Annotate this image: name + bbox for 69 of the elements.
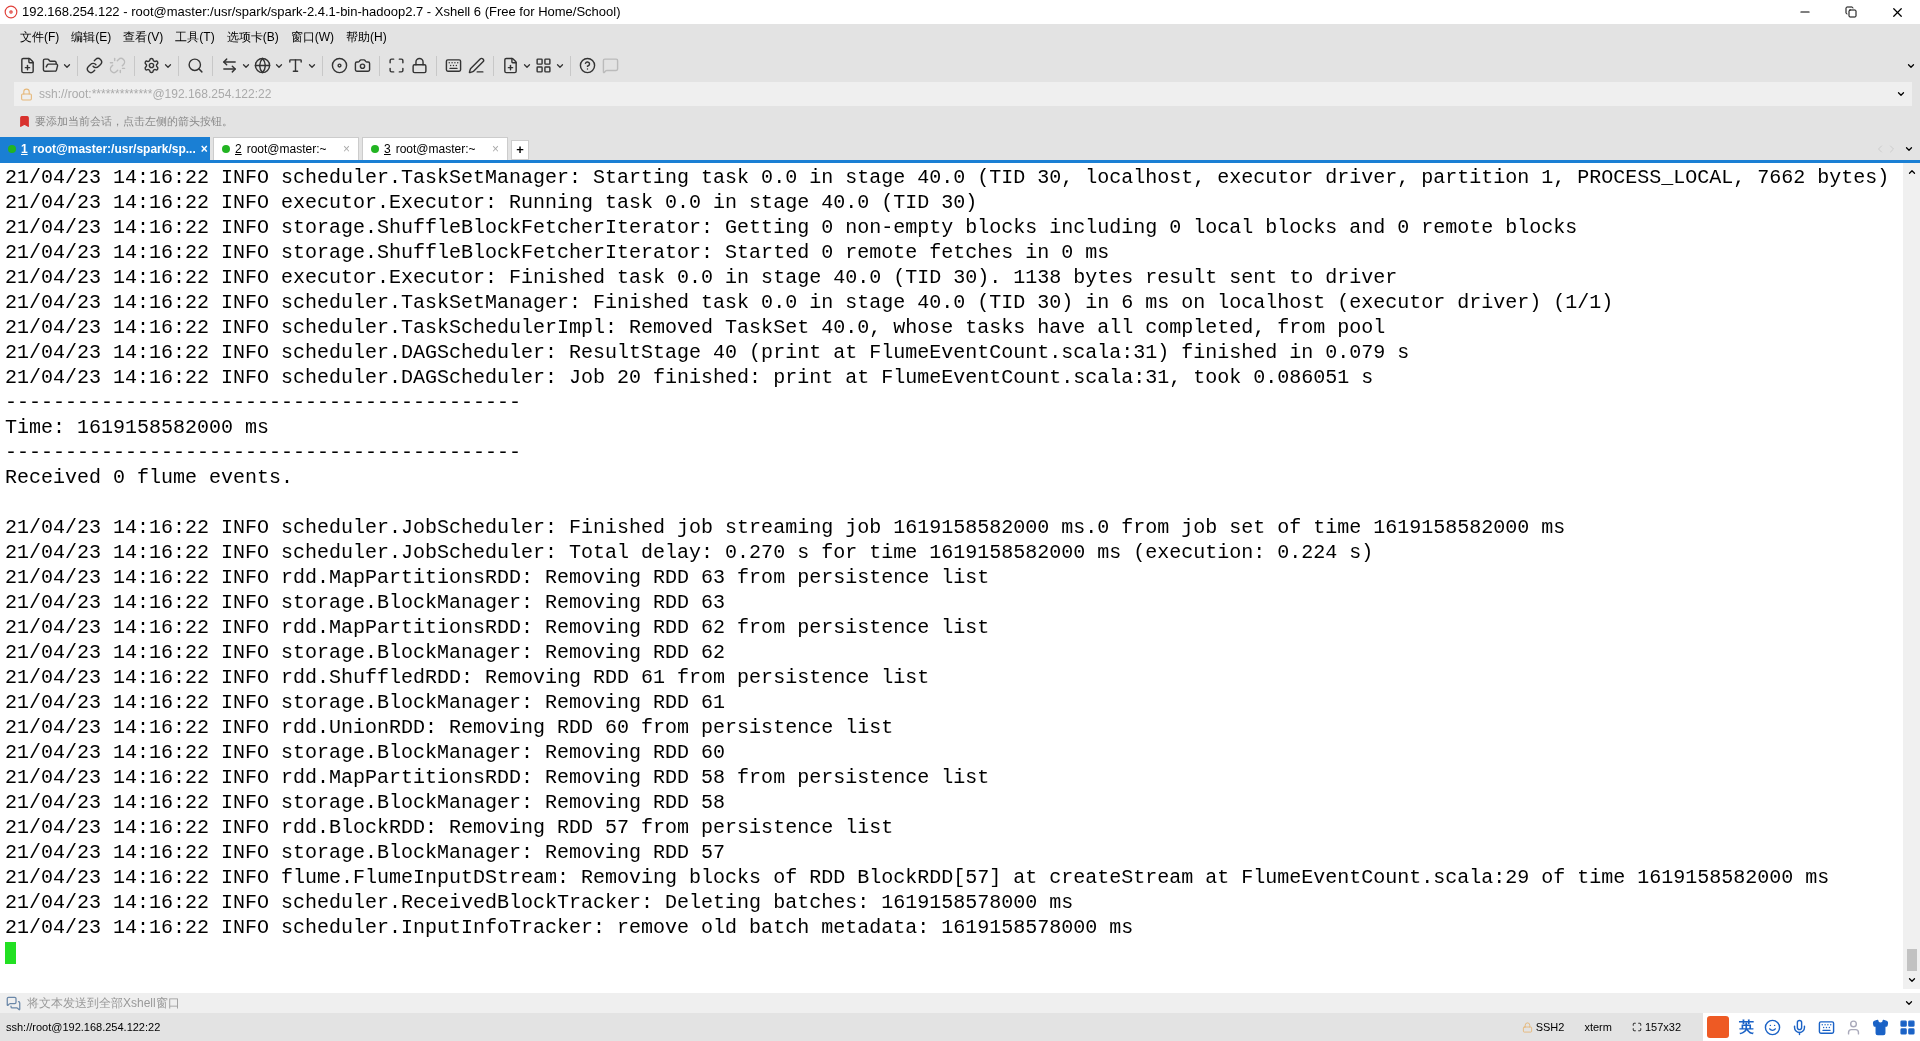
scrollbar-thumb[interactable] xyxy=(1906,949,1917,971)
terminal-line: 21/04/23 14:16:22 INFO rdd.MapPartitionsRDD: Removing RDD 63 from persistence list xyxy=(5,565,990,590)
terminal-line: 21/04/23 14:16:22 INFO scheduler.DAGScheduler: Job 20 finished: print at FlumeEventCount.scala:31, took 0.086051 s xyxy=(5,365,1374,390)
terminal-line: 21/04/23 14:16:22 INFO storage.BlockManager: Removing RDD 63 xyxy=(5,590,726,615)
terminal-line: 21/04/23 14:16:22 INFO storage.BlockManager: Removing RDD 61 xyxy=(5,690,726,715)
terminal-line: 21/04/23 14:16:22 INFO rdd.ShuffledRDD: Removing RDD 61 from persistence list xyxy=(5,665,930,690)
terminal-line: 21/04/23 14:16:22 INFO rdd.UnionRDD: Removing RDD 60 from persistence list xyxy=(5,715,894,740)
lock-icon xyxy=(20,87,33,101)
terminal-line: 21/04/23 14:16:22 INFO executor.Executor: Running task 0.0 in stage 40.0 (TID 30) xyxy=(5,190,978,215)
terminal-line: Time: 1619158582000 ms xyxy=(5,415,270,440)
terminal-line: 21/04/23 14:16:22 INFO storage.BlockManager: Removing RDD 60 xyxy=(5,740,726,765)
menu-item[interactable]: 选项卡(B) xyxy=(222,27,283,46)
terminal-line: Received 0 flume events. xyxy=(5,465,294,490)
terminal-line: 21/04/23 14:16:22 INFO storage.ShuffleBlockFetcherIterator: Getting 0 non-empty blocks including 0 local blocks and 0 remote blocks xyxy=(5,215,1578,240)
terminal-line: 21/04/23 14:16:22 INFO rdd.MapPartitionsRDD: Removing RDD 62 from persistence list xyxy=(5,615,990,640)
tab-list-icon[interactable] xyxy=(1904,144,1914,154)
session-tab[interactable]: 3 root@master:~ × xyxy=(362,137,508,160)
terminal-line: 21/04/23 14:16:22 INFO scheduler.DAGScheduler: ResultStage 40 (print at FlumeEventCount.scala:31) finished in 0.079 s xyxy=(5,340,1410,365)
scrollbar[interactable] xyxy=(1903,163,1920,989)
session-hint: 要添加当前会话，点击左侧的箭头按钮。 xyxy=(35,113,233,129)
terminal-type-status: xterm xyxy=(1584,1019,1612,1035)
shirt-icon[interactable] xyxy=(1872,1018,1889,1036)
terminal-line: ------------------------------------------- xyxy=(5,440,522,465)
terminal-line: 21/04/23 14:16:22 INFO scheduler.ReceivedBlockTracker: Deleting batches: 1619158578000 ms xyxy=(5,890,1074,915)
compose-bar[interactable]: 将文本发送到全部Xshell窗口 xyxy=(0,989,1920,1013)
ime-mode-toggle[interactable]: 英 xyxy=(1739,1015,1754,1039)
resize-icon xyxy=(1631,1022,1642,1032)
scroll-up-icon[interactable] xyxy=(1906,167,1917,177)
terminal-size-status: 157x32 xyxy=(1644,1019,1681,1035)
restore-icon xyxy=(1845,6,1857,18)
menu-item[interactable]: 工具(T) xyxy=(171,27,219,46)
terminal-line: 21/04/23 14:16:22 INFO rdd.MapPartitionsRDD: Removing RDD 58 from persistence list xyxy=(5,765,990,790)
lock-icon xyxy=(1521,1021,1533,1033)
terminal-line: 21/04/23 14:16:22 INFO scheduler.TaskSetManager: Finished task 0.0 in stage 40.0 (TID 30) in 6 ms on localhost (executor driver) (1/1) xyxy=(5,290,1614,315)
terminal-line: 21/04/23 14:16:22 INFO scheduler.TaskSchedulerImpl: Removed TaskSet 40.0, whose tasks have all completed, from pool xyxy=(5,315,1386,340)
microphone-icon[interactable] xyxy=(1791,1018,1808,1036)
menu-item[interactable]: 帮助(H) xyxy=(342,27,391,46)
dropdown-caret-icon[interactable] xyxy=(1904,998,1914,1008)
connection-status: ssh://root@192.168.254.122:22 xyxy=(6,1019,161,1035)
terminal-line: 21/04/23 14:16:22 INFO storage.ShuffleBlockFetcherIterator: Started 0 remote fetches in 0 ms xyxy=(5,240,1110,265)
terminal-line: 21/04/23 14:16:22 INFO scheduler.JobScheduler: Finished job streaming job 1619158582000 ms.0 from job set of time 1619158582000 ms xyxy=(5,515,1566,540)
terminal-line: 21/04/23 14:16:22 INFO storage.BlockManager: Removing RDD 58 xyxy=(5,790,726,815)
cursor-icon xyxy=(5,942,16,964)
terminal-line: 21/04/23 14:16:22 INFO executor.Executor: Finished task 0.0 in stage 40.0 (TID 30). 1138 bytes result sent to driver xyxy=(5,265,1398,290)
smiley-icon[interactable] xyxy=(1764,1018,1781,1036)
menu-item[interactable]: 查看(V) xyxy=(119,27,168,46)
terminal-line: ------------------------------------------- xyxy=(5,390,522,415)
app-logo-icon xyxy=(4,5,18,19)
session-tab[interactable]: 1 root@master:/usr/spark/sp... × xyxy=(0,137,210,160)
menu-item[interactable]: 编辑(E) xyxy=(67,27,116,46)
new-tab-button[interactable]: + xyxy=(511,140,529,160)
session-tab[interactable]: 2 root@master:~ × xyxy=(213,137,359,160)
terminal-line: 21/04/23 14:16:22 INFO scheduler.JobScheduler: Total delay: 0.270 s for time 1619158582000 ms (execution: 0.224 s) xyxy=(5,540,1374,565)
terminal-line: 21/04/23 14:16:22 INFO scheduler.InputInfoTracker: remove old batch metadata: 1619158578000 ms xyxy=(5,915,1134,940)
terminal-line: 21/04/23 14:16:22 INFO rdd.BlockRDD: Removing RDD 57 from persistence list xyxy=(5,815,894,840)
terminal-line: 21/04/23 14:16:22 INFO scheduler.TaskSetManager: Starting task 0.0 in stage 40.0 (TID 30, localhost, executor driver, partition 1, PROCESS_LOCAL, 7662 bytes) xyxy=(5,165,1890,190)
menu-item[interactable]: 文件(F) xyxy=(16,27,64,46)
terminal-line: 21/04/23 14:16:22 INFO flume.FlumeInputDStream: Removing blocks of RDD BlockRDD[57] at createStream at FlumeEventCount.scala:29 of time 1619158582000 ms xyxy=(5,865,1830,890)
send-windows-icon[interactable] xyxy=(6,995,21,1011)
menu-item[interactable]: 窗口(W) xyxy=(286,27,338,46)
window-title: 192.168.254.122 - root@master:/usr/spark/spark-2.4.1-bin-hadoop2.7 - Xshell 6 (Free for Home/School) xyxy=(22,3,621,22)
scroll-down-icon[interactable] xyxy=(1906,975,1917,985)
compose-field[interactable]: 将文本发送到全部Xshell窗口 xyxy=(27,994,1898,1012)
protocol-status: SSH2 xyxy=(1535,1019,1565,1035)
keyboard-icon[interactable] xyxy=(1818,1018,1835,1036)
grid-icon[interactable] xyxy=(1899,1018,1916,1036)
dropdown-caret-icon[interactable] xyxy=(1896,89,1906,99)
terminal-line: 21/04/23 14:16:22 INFO storage.BlockManager: Removing RDD 57 xyxy=(5,840,726,865)
terminal-line: 21/04/23 14:16:22 INFO storage.BlockManager: Removing RDD 62 xyxy=(5,640,726,665)
